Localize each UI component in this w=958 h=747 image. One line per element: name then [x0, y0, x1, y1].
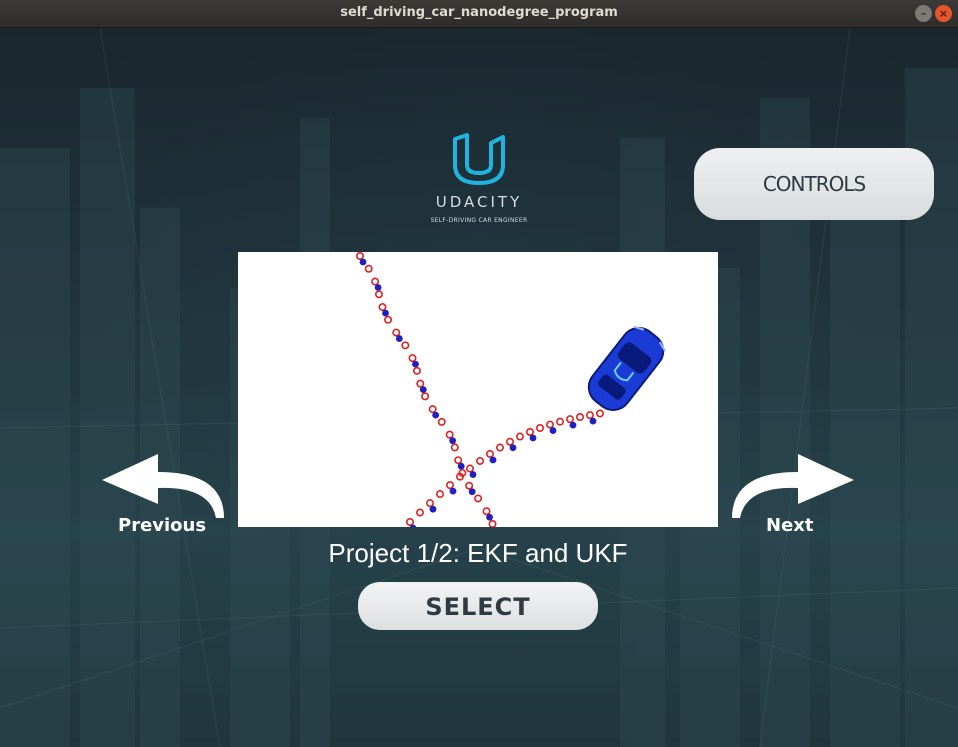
red-measurement-marker — [408, 354, 417, 363]
red-measurement-marker — [426, 499, 435, 508]
tracking-markers — [356, 252, 604, 527]
blue-estimate-marker — [549, 427, 557, 434]
next-label: Next — [766, 515, 814, 536]
red-measurement-marker — [446, 481, 455, 490]
red-measurement-marker — [585, 411, 594, 420]
blue-car-icon — [587, 325, 667, 411]
blue-estimate-marker — [589, 417, 597, 425]
blue-estimate-marker — [449, 487, 457, 495]
red-measurement-marker — [421, 392, 430, 401]
blue-estimate-marker — [468, 488, 476, 496]
previous-button[interactable]: Previous — [98, 450, 238, 550]
blue-estimate-marker — [469, 471, 477, 478]
blue-estimate-marker — [432, 411, 440, 419]
blue-estimate-marker — [457, 462, 465, 470]
red-measurement-marker — [575, 413, 584, 422]
red-measurement-marker — [416, 379, 425, 388]
red-measurement-marker — [555, 417, 564, 426]
blue-estimate-marker — [419, 386, 427, 394]
window-title: self_driving_car_nanodegree_program — [340, 5, 618, 20]
blue-estimate-marker — [486, 513, 493, 521]
red-measurement-marker — [454, 456, 463, 465]
red-measurement-marker — [525, 427, 534, 436]
next-button[interactable]: Next — [728, 450, 868, 550]
blue-estimate-marker — [374, 284, 382, 291]
blue-estimate-marker — [412, 360, 419, 368]
red-measurement-marker — [378, 303, 387, 312]
red-measurement-marker — [595, 409, 604, 418]
red-measurement-marker — [428, 405, 437, 414]
red-measurement-marker — [488, 520, 497, 527]
red-measurement-marker — [384, 315, 393, 324]
red-measurement-marker — [474, 494, 483, 503]
blue-estimate-marker — [489, 456, 497, 464]
red-measurement-marker — [535, 424, 544, 433]
red-measurement-marker — [445, 430, 454, 439]
red-measurement-marker — [495, 443, 504, 452]
blue-estimate-marker — [382, 309, 389, 317]
red-measurement-marker — [465, 481, 474, 490]
red-measurement-marker — [406, 517, 415, 526]
red-measurement-marker — [437, 417, 446, 426]
red-measurement-marker — [476, 456, 485, 465]
title-bar[interactable]: self_driving_car_nanodegree_program – × — [0, 0, 958, 28]
blue-estimate-marker — [429, 505, 437, 513]
red-measurement-marker — [436, 490, 445, 499]
red-measurement-marker — [374, 290, 383, 299]
curved-arrow-left-icon — [102, 454, 224, 518]
red-measurement-marker — [482, 507, 491, 516]
project-preview-image — [238, 252, 718, 527]
blue-estimate-marker — [569, 421, 577, 429]
blue-estimate-marker — [359, 258, 367, 266]
red-measurement-marker — [412, 366, 421, 375]
red-measurement-marker — [545, 420, 554, 429]
minimize-button[interactable]: – — [915, 5, 932, 22]
udacity-wordmark: UDACITY — [435, 193, 523, 211]
blue-estimate-marker — [509, 444, 517, 452]
red-measurement-marker — [486, 449, 495, 458]
blue-estimate-marker — [529, 434, 537, 442]
logo-tagline: SELF-DRIVING CAR ENGINEER — [430, 217, 528, 224]
blue-estimate-marker — [395, 335, 403, 342]
red-measurement-marker — [505, 437, 514, 446]
previous-label: Previous — [118, 515, 207, 536]
curved-arrow-right-icon — [732, 454, 854, 518]
red-measurement-marker — [371, 277, 380, 286]
menu-scene: UDACITY SELF-DRIVING CAR ENGINEER CONTRO… — [0, 28, 958, 747]
red-measurement-marker — [392, 328, 401, 337]
red-measurement-marker — [565, 415, 574, 424]
blue-estimate-marker — [449, 437, 457, 445]
project-caption: Project 1/2: EKF and UKF — [328, 538, 628, 568]
select-button[interactable]: SELECT — [358, 582, 598, 630]
udacity-logo: UDACITY SELF-DRIVING CAR ENGINEER — [418, 133, 540, 243]
red-measurement-marker — [450, 443, 459, 452]
simulator-window: self_driving_car_nanodegree_program – × — [0, 0, 958, 747]
red-measurement-marker — [466, 464, 475, 473]
red-measurement-marker — [364, 264, 373, 273]
red-measurement-marker — [356, 252, 364, 260]
red-measurement-marker — [401, 341, 410, 350]
close-button[interactable]: × — [935, 5, 952, 22]
controls-button[interactable]: CONTROLS — [694, 148, 934, 220]
red-measurement-marker — [416, 508, 425, 517]
red-measurement-marker — [515, 432, 524, 441]
udacity-u-icon — [453, 133, 505, 185]
